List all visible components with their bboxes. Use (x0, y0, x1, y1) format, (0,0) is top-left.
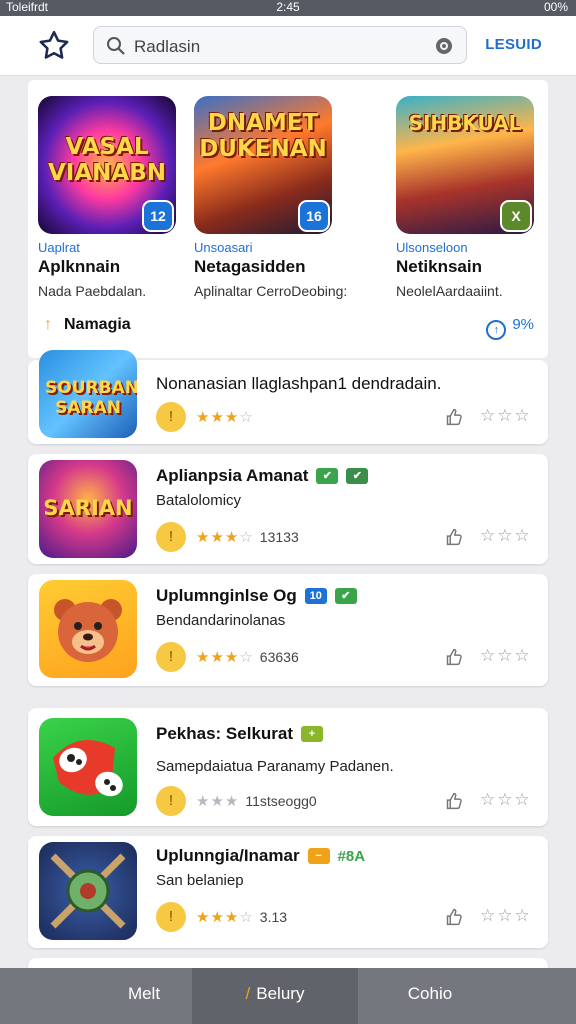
share-icon[interactable] (442, 526, 464, 548)
star-rating: ★★★☆ (196, 409, 254, 426)
share-icon[interactable] (442, 646, 464, 668)
featured-desc: NeolelAardaaiint. (396, 283, 503, 299)
battery-level: 00% (543, 0, 568, 14)
age-badge: ! (156, 902, 186, 932)
star-rating: ★★★ 11stseogg0 (196, 793, 317, 810)
featured-section: VASAL VIANABN 12 Uaplrat Aplknnain Nada … (28, 80, 548, 358)
app-name: Uplumnginlse Og 10 ✔ (156, 586, 357, 606)
search-bar[interactable]: Radlasin (93, 26, 467, 64)
bear-mascot-icon (54, 599, 122, 662)
app-header: Radlasin LESUID (0, 16, 576, 76)
game-artwork: SIHBKUAL X (396, 96, 534, 234)
app-icon (39, 580, 137, 678)
featured-title: Netiknsain (396, 257, 482, 276)
featured-subtitle: Uaplrat (38, 240, 80, 255)
search-input[interactable]: Radlasin (134, 37, 200, 57)
clock: 2:45 (276, 0, 300, 14)
search-icon (107, 37, 125, 55)
pin-icon: ↑ (44, 316, 52, 333)
featured-card[interactable]: VASAL VIANABN 12 Uaplrat Aplknnain Nada … (38, 96, 178, 299)
caret-icon: / (245, 984, 251, 1003)
list-item[interactable]: Pekhas: Selkurat + Samepdaiatua Paranamy … (28, 708, 548, 826)
age-badge: ! (156, 402, 186, 432)
featured-title: Netagasidden (194, 257, 306, 276)
tag-badge: ✔ (334, 588, 357, 604)
status-bar: Toleifrdt 2:45 00% (0, 0, 576, 16)
app-icon: SOURBANK SARAN (39, 350, 137, 438)
refresh-icon: ↑ (486, 320, 507, 340)
rate-stars[interactable]: ☆☆☆ (480, 906, 532, 926)
featured-card[interactable]: DNAMET DUKENAN 16 Unsoasari Netagasidden… (194, 96, 348, 299)
featured-subtitle: Unsoasari (194, 240, 253, 255)
bottom-navigation: Melt / Belury Cohio (0, 968, 576, 1024)
star-rating: ★★★☆ 63636 (196, 649, 299, 666)
favorites-star-icon[interactable] (36, 28, 72, 64)
game-artwork: VASAL VIANABN 12 (38, 96, 176, 234)
section-action[interactable]: ↑ 9% (486, 316, 534, 340)
tag-badge: + (301, 726, 324, 742)
list-item[interactable]: Uplunngia/Inamar − #8A San belaniep ! ★★★☆… (28, 836, 548, 948)
camera-icon[interactable] (434, 36, 454, 56)
tab-cohio[interactable]: Cohio (334, 968, 526, 1024)
age-badge: ! (156, 522, 186, 552)
list-item[interactable]: Uplumnginlse Og 10 ✔ Bendandarinolanas ! ★… (28, 574, 548, 686)
game-mascot-icon (53, 740, 123, 797)
tag-label: #8A (337, 848, 366, 865)
tag-badge: ✔ (316, 468, 339, 484)
app-desc: Bendandarinolanas (156, 612, 286, 629)
share-icon[interactable] (442, 906, 464, 928)
rate-stars[interactable]: ☆☆☆ (480, 790, 532, 810)
list-item[interactable]: SOURBANK SARAN Nonanasian llaglashpan1 d… (28, 350, 548, 444)
app-icon (39, 842, 137, 940)
app-icon (39, 718, 137, 816)
age-badge: ! (156, 786, 186, 816)
rate-stars[interactable]: ☆☆☆ (480, 646, 532, 666)
app-name: Nonanasian llaglashpan1 dendradain. (156, 374, 442, 393)
list-item[interactable]: SARIAN Aplianpsia Amanat ✔ ✔ Batalolomicy … (28, 454, 548, 564)
version-badge: 16 (298, 200, 330, 232)
featured-subtitle: Ulsonseloon (396, 240, 468, 255)
app-desc: San belaniep (156, 872, 244, 889)
app-desc: Batalolomicy (156, 492, 242, 509)
game-artwork: DNAMET DUKENAN 16 (194, 96, 332, 234)
age-badge: ! (156, 642, 186, 672)
app-name: Uplunngia/Inamar − #8A (156, 846, 366, 865)
version-badge: 12 (142, 200, 174, 232)
app-icon: SARIAN (39, 460, 137, 558)
tag-badge: 10 (304, 588, 327, 604)
share-icon[interactable] (442, 406, 464, 428)
app-name: Aplianpsia Amanat ✔ ✔ (156, 466, 369, 486)
tag-badge: − (307, 848, 330, 864)
featured-title: Aplknnain (38, 257, 121, 276)
version-badge: X (500, 200, 532, 232)
tag-badge: ✔ (346, 468, 369, 484)
rate-stars[interactable]: ☆☆☆ (480, 406, 532, 426)
share-icon[interactable] (442, 790, 464, 812)
rate-stars[interactable]: ☆☆☆ (480, 526, 532, 546)
star-rating: ★★★☆ 3.13 (196, 909, 288, 926)
weapon-emblem-icon (50, 853, 126, 929)
featured-desc: Aplinaltar CerroDeobing: (194, 283, 348, 299)
header-link[interactable]: LESUID (485, 36, 542, 53)
featured-desc: Nada Paebdalan. (38, 283, 147, 299)
section-title: ↑ Namagia (44, 316, 131, 333)
star-rating: ★★★☆ 13133 (196, 529, 299, 546)
app-name: Pekhas: Selkurat + (156, 724, 324, 744)
app-desc: Samepdaiatua Paranamy Padanen. (156, 758, 394, 775)
featured-card[interactable]: SIHBKUAL X Ulsonseloon Netiknsain Neolel… (396, 96, 536, 299)
